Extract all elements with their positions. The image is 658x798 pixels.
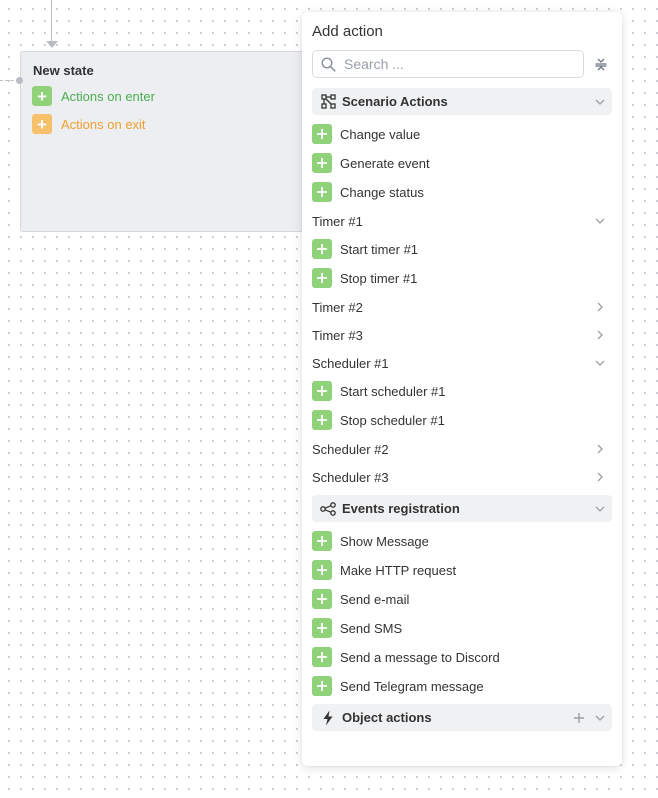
plus-icon [312,531,332,551]
plus-icon [312,239,332,259]
search-field[interactable] [312,50,584,78]
chevron-right-icon [597,302,603,312]
action-item-send-email[interactable]: Send e-mail [312,587,612,611]
plus-icon [312,410,332,430]
state-input-port[interactable] [16,77,23,84]
state-node-card[interactable]: New state + Actions on enter + Actions o… [20,51,304,232]
action-item-show-message[interactable]: Show Message [312,529,612,553]
action-label: Stop scheduler #1 [340,412,445,428]
plus-icon [312,589,332,609]
subgroup-scheduler-1[interactable]: Scheduler #1 [312,351,612,375]
actions-on-exit-label: Actions on exit [61,116,146,132]
action-label: Send Telegram message [340,678,484,694]
plus-icon [312,124,332,144]
add-object-action-button[interactable] [572,711,586,725]
action-label: Change value [340,126,421,142]
collapse-all-icon[interactable] [594,56,608,72]
subgroup-label: Scheduler #1 [312,355,389,371]
lightning-icon [320,710,336,726]
subgroup-label: Timer #1 [312,213,363,229]
action-label: Send a message to Discord [340,649,500,665]
chevron-right-icon [597,330,603,340]
action-item-stop-scheduler-1[interactable]: Stop scheduler #1 [312,408,612,432]
action-item-stop-timer-1[interactable]: Stop timer #1 [312,266,612,290]
chevron-down-icon [595,506,605,512]
actions-on-exit-button[interactable]: + Actions on exit [32,114,146,134]
action-item-start-timer-1[interactable]: Start timer #1 [312,237,612,261]
action-item-change-value[interactable]: Change value [312,122,612,146]
subgroup-timer-1[interactable]: Timer #1 [312,209,612,233]
plus-icon: + [32,86,52,106]
transition-connector-line [51,0,52,42]
action-label: Send e-mail [340,591,410,607]
chevron-right-icon [597,472,603,482]
scenario-graph-icon [320,94,336,110]
action-label: Change status [340,184,424,200]
action-item-send-sms[interactable]: Send SMS [312,616,612,640]
group-label: Object actions [342,710,432,725]
group-events-registration[interactable]: Events registration [312,495,612,522]
subgroup-timer-2[interactable]: Timer #2 [312,295,612,319]
subgroup-label: Timer #3 [312,327,363,343]
plus-icon [312,268,332,288]
plus-icon [574,712,584,723]
plus-icon [312,618,332,638]
chevron-right-icon [597,444,603,454]
plus-icon [312,560,332,580]
action-label: Generate event [340,155,430,171]
action-label: Send SMS [340,620,403,636]
plus-icon [312,153,332,173]
group-label: Events registration [342,501,460,516]
group-object-actions[interactable]: Object actions [312,704,612,731]
group-scenario-actions[interactable]: Scenario Actions [312,88,612,115]
share-nodes-icon [320,501,336,517]
plus-icon [312,182,332,202]
action-label: Make HTTP request [340,562,457,578]
subgroup-label: Scheduler #3 [312,469,389,485]
panel-title: Add action [312,23,383,40]
action-label: Stop timer #1 [340,270,418,286]
state-title: New state [33,63,94,78]
subgroup-scheduler-2[interactable]: Scheduler #2 [312,437,612,461]
action-item-generate-event[interactable]: Generate event [312,151,612,175]
plus-icon [312,647,332,667]
action-label: Start timer #1 [340,241,419,257]
action-item-send-discord-message[interactable]: Send a message to Discord [312,645,612,669]
action-label: Show Message [340,533,429,549]
plus-icon: + [32,114,52,134]
action-label: Start scheduler #1 [340,383,446,399]
action-item-send-telegram-message[interactable]: Send Telegram message [312,674,612,698]
actions-on-enter-button[interactable]: + Actions on enter [32,86,155,106]
plus-icon [312,676,332,696]
action-item-start-scheduler-1[interactable]: Start scheduler #1 [312,379,612,403]
chevron-down-icon [595,218,605,224]
add-action-panel: Add action Search ... Scenario Actions C… [302,12,622,766]
transition-arrow-icon [46,41,58,48]
search-icon [321,56,336,72]
action-item-change-status[interactable]: Change status [312,180,612,204]
actions-on-enter-label: Actions on enter [61,88,155,104]
chevron-down-icon [595,360,605,366]
plus-icon [312,381,332,401]
group-label: Scenario Actions [342,94,448,109]
subgroup-label: Scheduler #2 [312,441,389,457]
chevron-down-icon [595,715,605,721]
chevron-down-icon [595,99,605,105]
subgroup-label: Timer #2 [312,299,363,315]
action-item-make-http-request[interactable]: Make HTTP request [312,558,612,582]
subgroup-scheduler-3[interactable]: Scheduler #3 [312,465,612,489]
subgroup-timer-3[interactable]: Timer #3 [312,323,612,347]
search-input[interactable] [342,55,566,73]
